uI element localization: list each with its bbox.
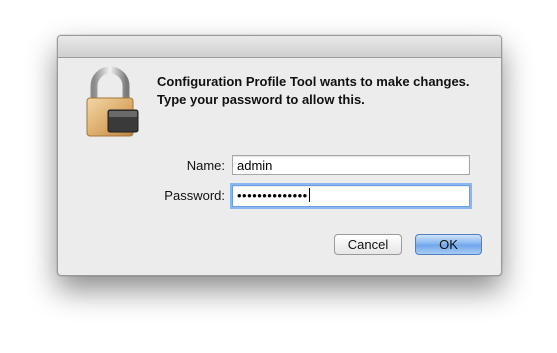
dialog-titlebar[interactable] xyxy=(58,36,501,58)
name-field-value: admin xyxy=(237,158,273,173)
name-field[interactable]: admin xyxy=(232,155,470,175)
password-label: Password: xyxy=(164,188,225,203)
authentication-dialog: Configuration Profile Tool wants to make… xyxy=(57,35,502,276)
name-label: Name: xyxy=(186,158,225,173)
lock-icon xyxy=(82,66,142,138)
ok-button[interactable]: OK xyxy=(415,234,482,255)
text-caret xyxy=(308,188,310,202)
password-field[interactable]: •••••••••••••• xyxy=(232,185,470,207)
cancel-button[interactable]: Cancel xyxy=(334,234,402,255)
dialog-message: Configuration Profile Tool wants to make… xyxy=(157,74,470,107)
password-field-value: •••••••••••••• xyxy=(237,188,308,203)
